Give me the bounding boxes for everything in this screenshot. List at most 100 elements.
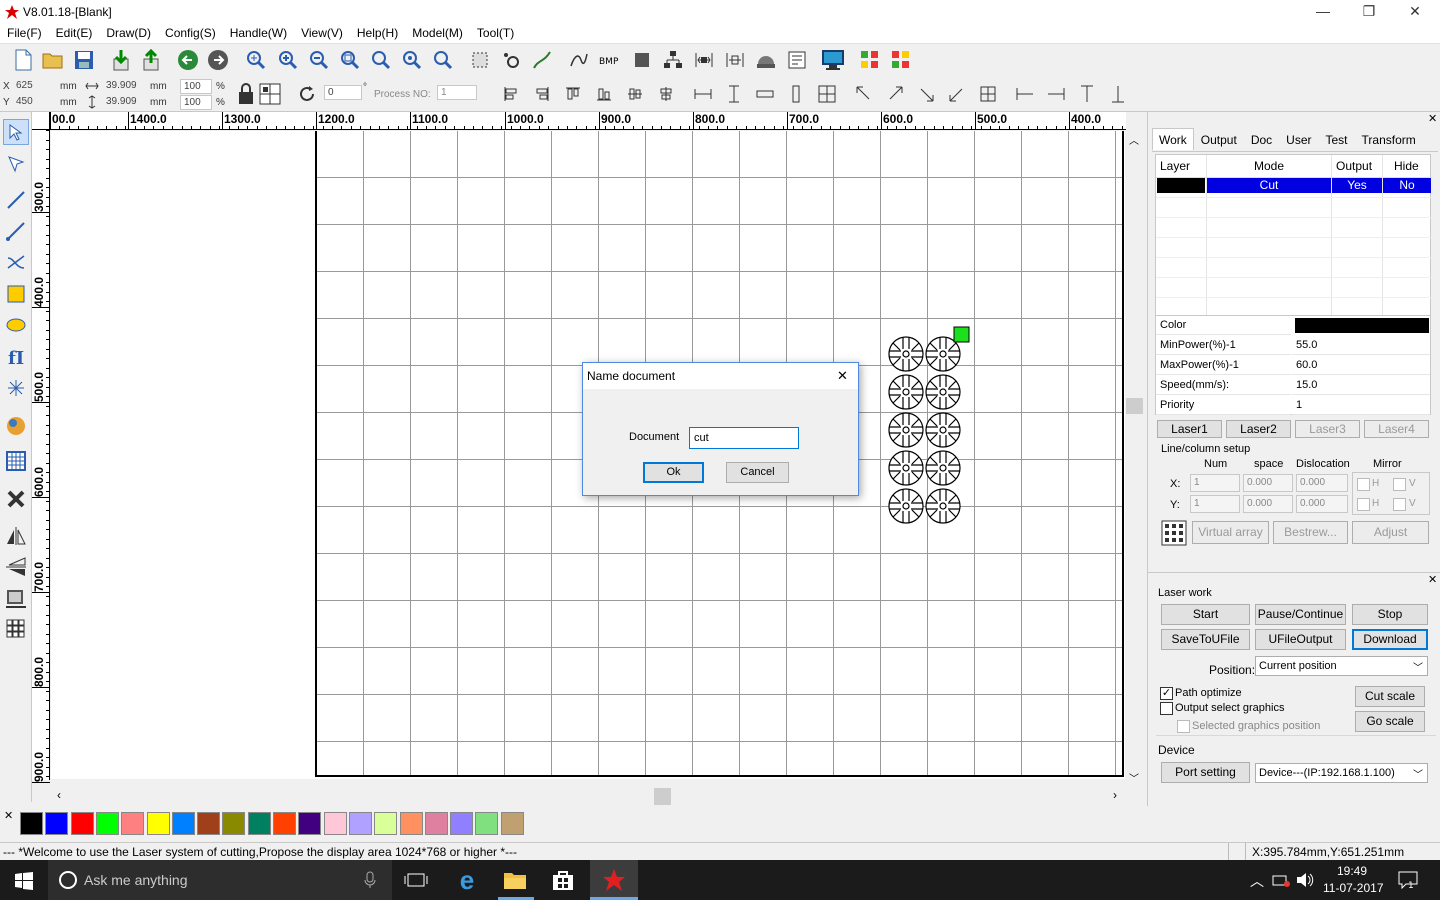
- layer-mode-cell[interactable]: Cut: [1207, 178, 1331, 193]
- open-folder-icon[interactable]: [41, 48, 65, 72]
- restore-button[interactable]: ❐: [1346, 0, 1392, 24]
- device-select[interactable]: Device---(IP:192.168.1.100) ﹀: [1255, 763, 1428, 783]
- color-swatch[interactable]: [374, 812, 398, 835]
- color-swatch[interactable]: [424, 812, 448, 835]
- virtual-array-button[interactable]: Virtual array: [1192, 521, 1269, 544]
- color-swatch[interactable]: [399, 812, 423, 835]
- menu-file[interactable]: File(F): [0, 24, 49, 42]
- color-swatch[interactable]: [222, 812, 246, 835]
- color-swatch[interactable]: [500, 812, 524, 835]
- text-tool-icon[interactable]: fI: [3, 344, 29, 370]
- menu-tool[interactable]: Tool(T): [470, 24, 521, 42]
- y-position-field[interactable]: 450: [13, 95, 58, 110]
- start-button[interactable]: Start: [1161, 604, 1250, 625]
- scroll-down-icon[interactable]: ﹀: [1129, 770, 1139, 785]
- color-swatch[interactable]: [146, 812, 170, 835]
- laser-head-icon[interactable]: [754, 48, 778, 72]
- same-size-icon[interactable]: [815, 82, 839, 106]
- move-topleft-icon[interactable]: [852, 82, 876, 106]
- laserwork-close-icon[interactable]: ✕: [1428, 573, 1437, 586]
- align-left-icon[interactable]: [499, 82, 523, 106]
- menu-model[interactable]: Model(M): [405, 24, 470, 42]
- color-swatch[interactable]: [45, 812, 69, 835]
- menu-edit[interactable]: Edit(E): [49, 24, 100, 42]
- panel-close-icon[interactable]: ✕: [1428, 112, 1437, 125]
- move-bottom-icon[interactable]: [1106, 82, 1130, 106]
- port-setting-button[interactable]: Port setting: [1161, 762, 1250, 783]
- scroll-up-icon[interactable]: ︿: [1129, 132, 1139, 147]
- move-center-icon[interactable]: [976, 82, 1000, 106]
- cut-shapes[interactable]: [880, 322, 975, 532]
- undo-icon[interactable]: [176, 48, 200, 72]
- frame-tool-icon[interactable]: [3, 585, 29, 611]
- export-icon[interactable]: [139, 48, 163, 72]
- save-to-ufile-button[interactable]: SaveToUFile: [1161, 629, 1250, 650]
- array-grid-icon[interactable]: [1161, 520, 1187, 546]
- ellipse-tool-icon[interactable]: [3, 312, 29, 338]
- x-dislocation-field[interactable]: 0.000: [1296, 474, 1348, 492]
- monitor-icon[interactable]: [821, 48, 845, 72]
- laser3-button[interactable]: Laser3: [1295, 420, 1360, 438]
- vertical-scrollbar[interactable]: ︿ ﹀: [1126, 130, 1143, 788]
- array-edit-icon[interactable]: [889, 48, 913, 72]
- laser4-button[interactable]: Laser4: [1364, 420, 1429, 438]
- height-field[interactable]: 39.909: [103, 95, 148, 110]
- v-distribute-icon[interactable]: [784, 82, 808, 106]
- minimize-button[interactable]: —: [1300, 0, 1346, 24]
- save-icon[interactable]: [72, 48, 96, 72]
- mirror-x-h-checkbox[interactable]: [1357, 478, 1370, 491]
- array-tool-icon[interactable]: [3, 616, 29, 642]
- tab-output[interactable]: Output: [1194, 128, 1244, 151]
- dialog-close-icon[interactable]: ✕: [837, 368, 848, 384]
- position-select[interactable]: Current position ﹀: [1255, 656, 1428, 676]
- align-right-icon[interactable]: [530, 82, 554, 106]
- output-select-checkbox[interactable]: [1160, 702, 1173, 715]
- color-swatch[interactable]: [323, 812, 347, 835]
- laser1-button[interactable]: Laser1: [1157, 420, 1222, 438]
- path-optimize-checkbox[interactable]: ✓: [1160, 687, 1173, 700]
- redo-icon[interactable]: [206, 48, 230, 72]
- horizontal-scrollbar[interactable]: ‹ ›: [51, 788, 1127, 805]
- menu-view[interactable]: View(V): [294, 24, 350, 42]
- color-swatch[interactable]: [450, 812, 474, 835]
- center-icon[interactable]: [259, 83, 281, 105]
- prop-maxpower-value[interactable]: 60.0: [1292, 356, 1430, 375]
- color-swatch[interactable]: [475, 812, 499, 835]
- color-swatch[interactable]: [70, 812, 94, 835]
- zoom-object-icon[interactable]: [431, 48, 455, 72]
- prop-priority-value[interactable]: 1: [1292, 396, 1430, 415]
- scroll-left-icon[interactable]: ‹: [57, 788, 61, 802]
- windows-start-icon[interactable]: [15, 872, 33, 890]
- smooth-curve-icon[interactable]: [530, 48, 554, 72]
- color-swatch[interactable]: [171, 812, 195, 835]
- clock-date[interactable]: 11-07-2017: [1323, 881, 1384, 895]
- laser-app-taskbar-button[interactable]: [590, 860, 638, 900]
- same-height-icon[interactable]: [722, 82, 746, 106]
- rotation-field[interactable]: 0: [324, 85, 362, 100]
- move-top-icon[interactable]: [1075, 82, 1099, 106]
- palette-close-icon[interactable]: ✕: [4, 809, 13, 822]
- same-width-icon[interactable]: [691, 82, 715, 106]
- rectangle-fill-icon[interactable]: [630, 48, 654, 72]
- mirror-y-v-checkbox[interactable]: [1393, 498, 1406, 511]
- align-vcenter-icon[interactable]: [654, 82, 678, 106]
- zoom-in-icon[interactable]: [276, 48, 300, 72]
- clock-time[interactable]: 19:49: [1337, 864, 1367, 878]
- v-space-icon[interactable]: [723, 48, 747, 72]
- grid-tool-icon[interactable]: [3, 448, 29, 474]
- mirror-x-v-checkbox[interactable]: [1393, 478, 1406, 491]
- line-tool-icon[interactable]: [3, 187, 29, 213]
- menu-config[interactable]: Config(S): [158, 24, 223, 42]
- move-right-icon[interactable]: [1044, 82, 1068, 106]
- tree-icon[interactable]: [661, 48, 685, 72]
- y-space-field[interactable]: 0.000: [1243, 495, 1293, 513]
- mirror-h-icon[interactable]: [3, 523, 29, 549]
- rectangle-tool-icon[interactable]: [3, 281, 29, 307]
- color-swatch[interactable]: [247, 812, 271, 835]
- align-bottom-icon[interactable]: [592, 82, 616, 106]
- color-swatch[interactable]: [20, 812, 43, 835]
- bestrew-button[interactable]: Bestrew...: [1273, 521, 1348, 544]
- node-edit-icon[interactable]: [499, 48, 523, 72]
- tab-doc[interactable]: Doc: [1244, 128, 1279, 151]
- y-dislocation-field[interactable]: 0.000: [1296, 495, 1348, 513]
